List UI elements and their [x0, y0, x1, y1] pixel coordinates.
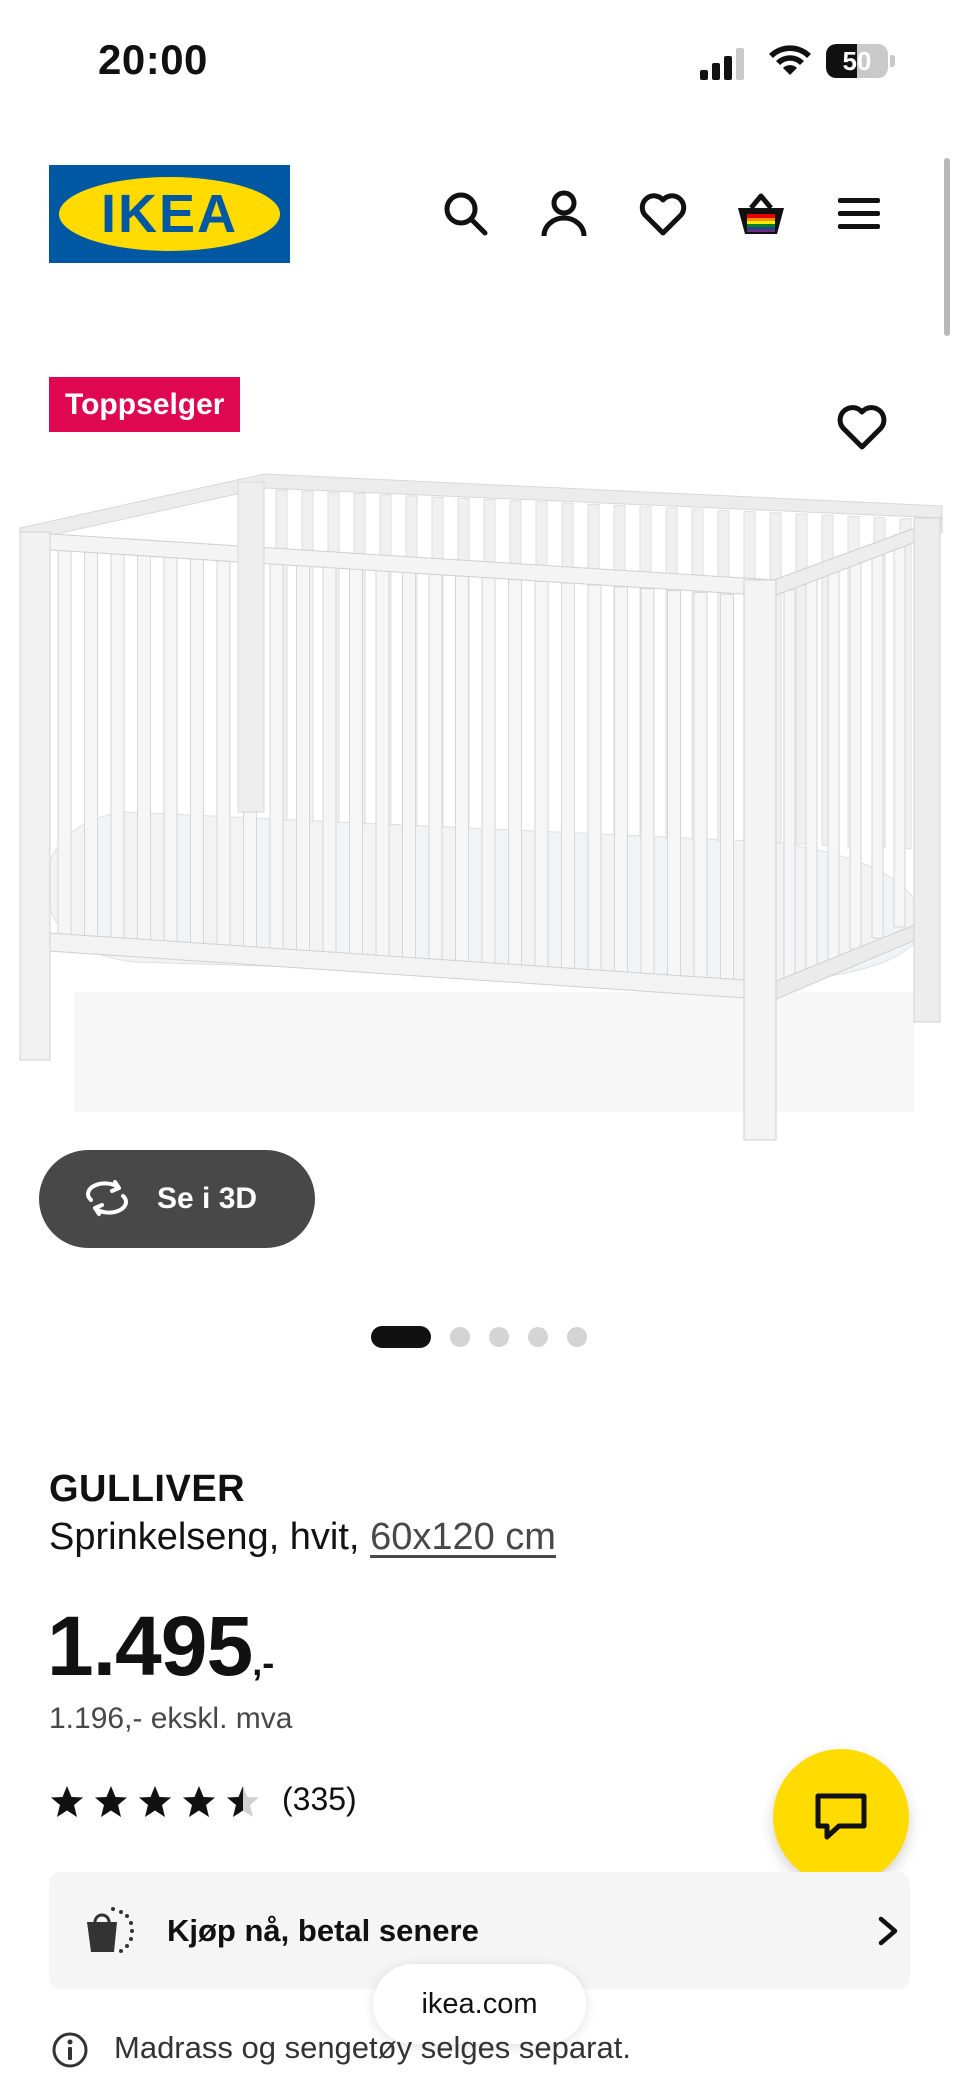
top-seller-badge: Toppselger: [49, 377, 241, 432]
heart-icon[interactable]: [637, 188, 689, 240]
chevron-right-icon: [878, 1916, 898, 1946]
page-scrollbar[interactable]: [944, 158, 950, 336]
star-icon: [139, 1786, 171, 1817]
star-icon: [183, 1786, 215, 1817]
rotate-3d-icon: [86, 1180, 128, 1216]
star-icon: [51, 1786, 83, 1817]
product-price: 1.495,-: [47, 1598, 274, 1695]
basket-icon[interactable]: [735, 188, 787, 240]
battery-indicator: 50: [826, 44, 896, 80]
cellular-signal-icon: [700, 48, 744, 80]
view-in-3d-button[interactable]: Se i 3D: [39, 1150, 315, 1248]
product-size-link[interactable]: 60x120 cm: [370, 1516, 556, 1558]
account-icon[interactable]: [538, 188, 590, 240]
star-icon: [95, 1786, 127, 1817]
chat-icon: [815, 1793, 867, 1840]
star-icon: [227, 1786, 259, 1817]
ikea-logo[interactable]: IKEA: [49, 165, 290, 263]
menu-icon[interactable]: [834, 188, 886, 240]
price-ex-vat: 1.196,- ekskl. mva: [49, 1702, 293, 1735]
view-in-3d-label: Se i 3D: [157, 1182, 258, 1215]
add-to-favourites-icon[interactable]: [834, 400, 890, 452]
gallery-dot[interactable]: [528, 1327, 548, 1347]
info-icon: [52, 2032, 88, 2068]
review-count[interactable]: (335): [282, 1781, 357, 1818]
gallery-dot[interactable]: [489, 1327, 509, 1347]
product-name: GULLIVER: [49, 1468, 246, 1510]
gallery-dot-active[interactable]: [371, 1326, 431, 1348]
logo-text: IKEA: [100, 184, 238, 244]
product-type: Sprinkelseng, hvit,: [49, 1516, 360, 1558]
status-time: 20:00: [98, 36, 208, 83]
chat-button[interactable]: [773, 1749, 909, 1885]
gallery-dot[interactable]: [450, 1327, 470, 1347]
price-suffix: ,-: [252, 1642, 275, 1683]
search-icon[interactable]: [440, 188, 492, 240]
payment-bag-icon: [87, 1907, 134, 1953]
battery-percent: 50: [842, 46, 872, 76]
wifi-icon: [769, 45, 811, 75]
product-image-crib[interactable]: [14, 462, 944, 1150]
gallery-dot[interactable]: [567, 1327, 587, 1347]
product-description: Sprinkelseng, hvit, 60x120 cm: [49, 1516, 556, 1559]
product-notice: Madrass og sengetøy selges separat.: [114, 2030, 631, 2065]
price-amount: 1.495: [47, 1599, 253, 1693]
